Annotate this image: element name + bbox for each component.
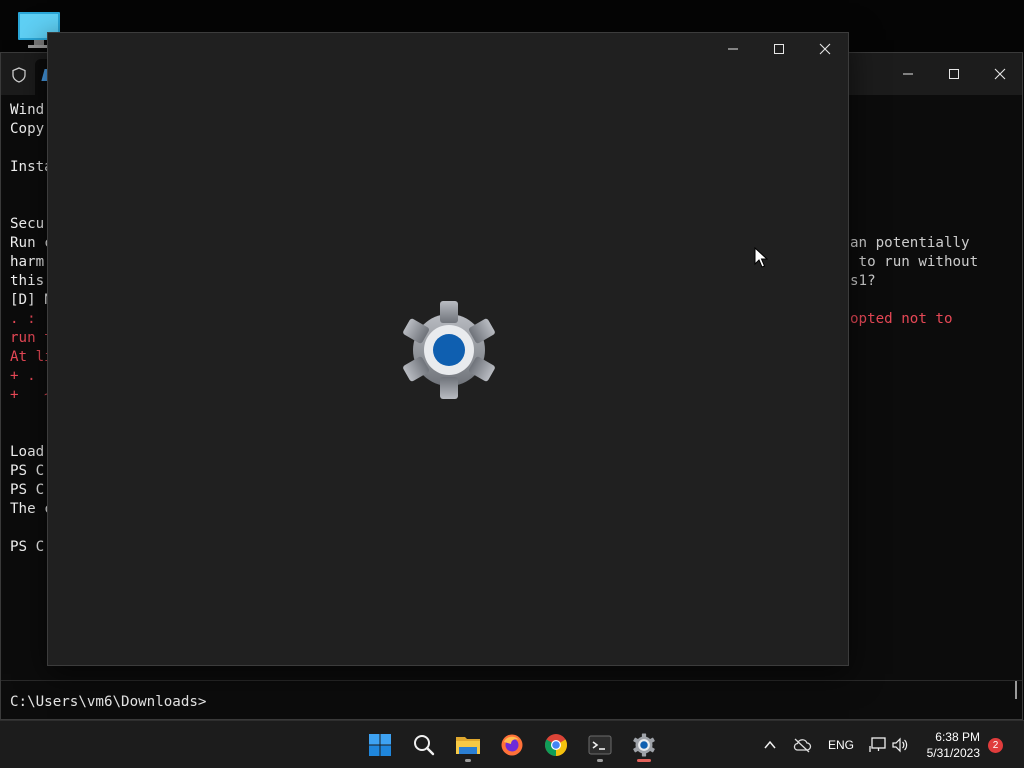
shield-icon	[11, 67, 27, 83]
terminal-line: s1?	[850, 273, 876, 289]
chrome-button[interactable]	[538, 727, 574, 763]
language-indicator[interactable]: ENG	[828, 738, 854, 752]
terminal-line: PS C	[10, 539, 45, 555]
minimize-icon	[728, 48, 738, 50]
running-indicator	[465, 759, 471, 762]
settings-gear-icon	[633, 733, 655, 757]
active-indicator	[637, 759, 651, 762]
minimize-icon	[903, 73, 913, 75]
terminal-line: PS C	[10, 463, 45, 479]
chrome-icon	[545, 734, 567, 756]
terminal-icon	[588, 735, 612, 755]
terminal-maximize-button[interactable]	[931, 58, 977, 90]
chevron-up-icon	[764, 740, 776, 749]
settings-window[interactable]	[47, 32, 849, 666]
volume-icon	[892, 737, 908, 753]
onedrive-button[interactable]	[784, 727, 820, 763]
settings-minimize-button[interactable]	[710, 33, 756, 65]
search-icon	[414, 735, 435, 756]
close-icon	[994, 68, 1006, 80]
terminal-prompt[interactable]: C:\Users\vm6\Downloads>	[10, 694, 206, 710]
windows-logo-icon	[369, 734, 391, 756]
firefox-icon	[501, 734, 523, 756]
settings-gear-icon	[398, 299, 500, 401]
terminal-divider	[1, 680, 1022, 681]
file-explorer-button[interactable]	[450, 727, 486, 763]
settings-close-button[interactable]	[802, 33, 848, 65]
terminal-line: this	[10, 273, 45, 289]
terminal-close-button[interactable]	[977, 58, 1023, 90]
clock[interactable]: 6:38 PM 5/31/2023	[912, 729, 980, 761]
terminal-line: opted not to	[850, 311, 953, 327]
terminal-button[interactable]	[582, 727, 618, 763]
folder-icon	[456, 737, 480, 754]
maximize-icon	[774, 44, 784, 54]
clock-time: 6:38 PM	[935, 730, 980, 744]
terminal-scrollbar[interactable]	[1015, 681, 1017, 699]
settings-maximize-button[interactable]	[756, 33, 802, 65]
settings-button[interactable]	[626, 727, 662, 763]
terminal-line: an potentially	[850, 235, 970, 251]
mouse-cursor-icon	[754, 246, 769, 269]
terminal-line: Load	[10, 444, 45, 460]
taskbar: ENG 6:38 PM 5/31/2023 2	[0, 720, 1024, 768]
terminal-line: Copy	[10, 121, 45, 137]
firefox-button[interactable]	[494, 727, 530, 763]
terminal-line: Wind	[10, 102, 45, 118]
terminal-line: PS C	[10, 482, 45, 498]
terminal-line: to run without	[850, 254, 979, 270]
search-button[interactable]	[406, 727, 442, 763]
terminal-line: Secu	[10, 216, 45, 232]
terminal-line: + .	[10, 368, 36, 384]
cloud-off-icon	[793, 738, 812, 753]
show-hidden-icons-button[interactable]	[752, 727, 788, 763]
start-button[interactable]	[362, 727, 398, 763]
terminal-line: harm	[10, 254, 45, 270]
close-icon	[819, 43, 831, 55]
running-indicator	[597, 759, 603, 762]
clock-date: 5/31/2023	[926, 746, 980, 760]
maximize-icon	[949, 69, 959, 79]
terminal-minimize-button[interactable]	[885, 58, 931, 90]
notification-badge[interactable]: 2	[988, 738, 1003, 753]
terminal-output-right[interactable]: an potentially to run without s1? opted …	[850, 234, 978, 329]
